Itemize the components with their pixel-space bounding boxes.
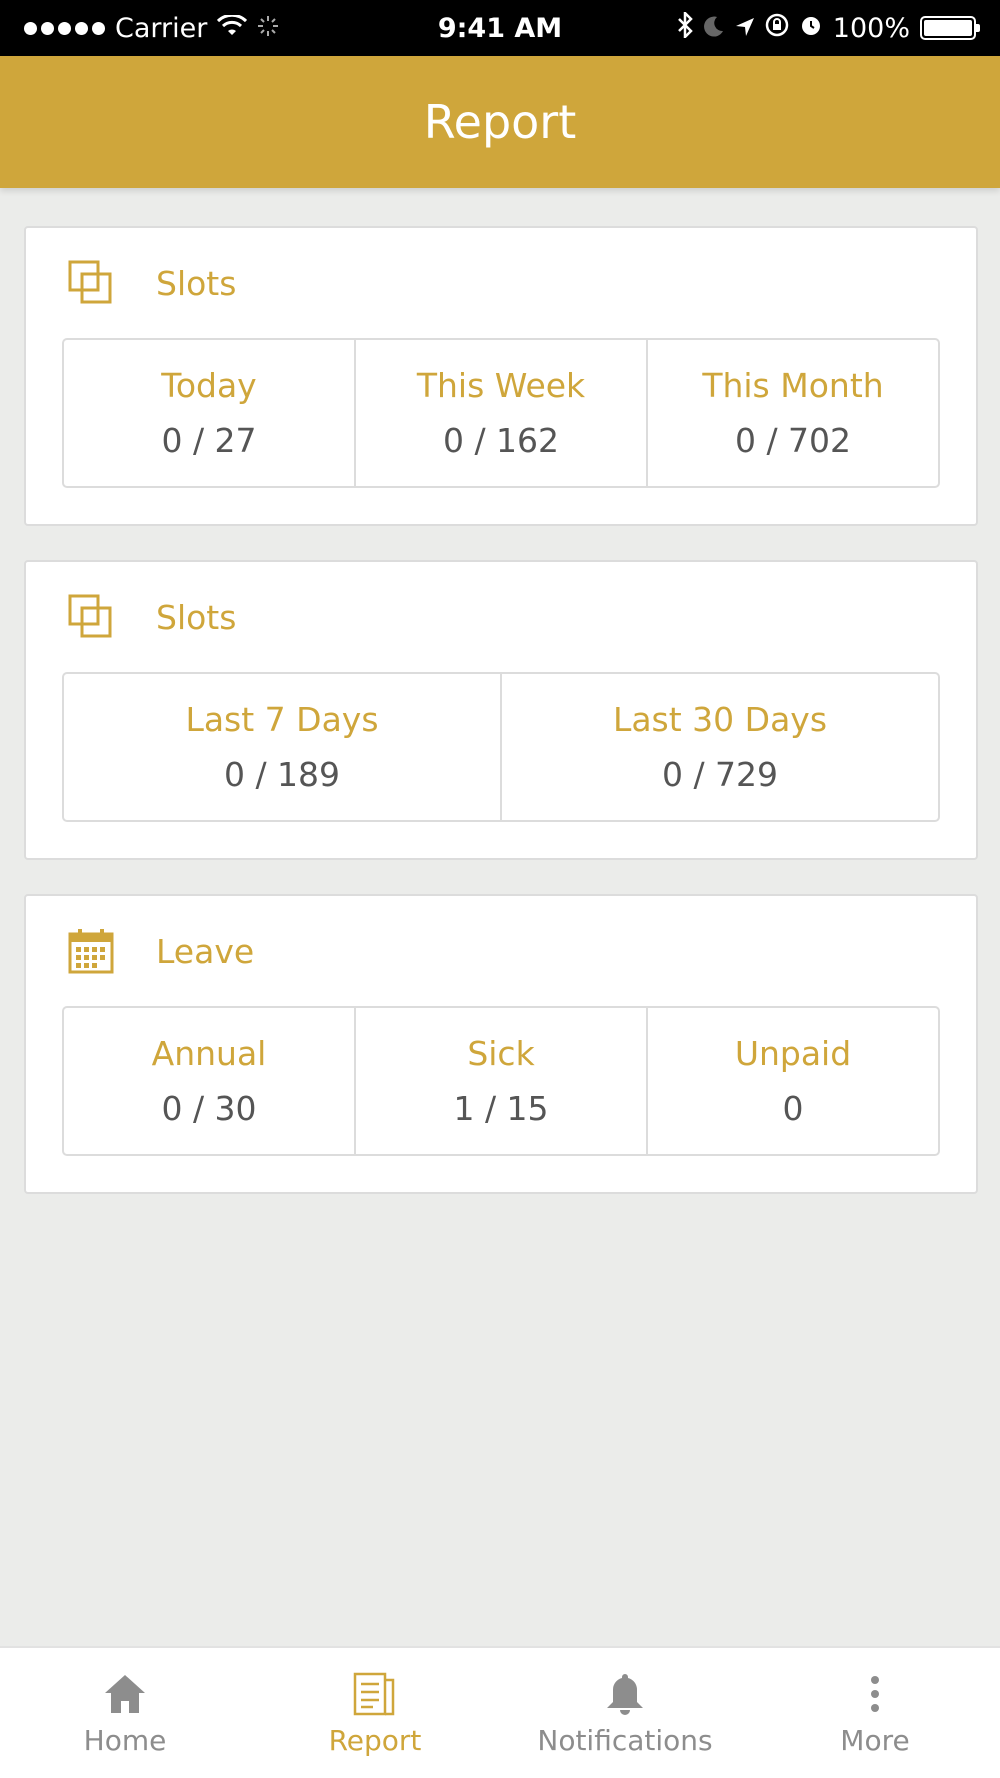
slots-period-card: Slots Today 0 / 27 This Week 0 / 162 Thi… — [24, 226, 978, 526]
stat-this-month[interactable]: This Month 0 / 702 — [648, 340, 938, 486]
tab-report[interactable]: Report — [250, 1648, 500, 1778]
page-title: Report — [423, 95, 577, 149]
location-arrow-icon — [735, 13, 755, 44]
bluetooth-icon — [677, 9, 693, 45]
stat-label: Today — [161, 366, 257, 405]
tab-more[interactable]: More — [750, 1648, 1000, 1778]
tab-home[interactable]: Home — [0, 1648, 250, 1778]
battery-icon — [920, 16, 980, 40]
slots-rolling-card: Slots Last 7 Days 0 / 189 Last 30 Days 0… — [24, 560, 978, 860]
stat-last-7-days[interactable]: Last 7 Days 0 / 189 — [64, 674, 502, 820]
page-header: Report — [0, 56, 1000, 188]
stat-value: 0 / 702 — [734, 421, 852, 460]
card-header: Leave — [26, 896, 976, 1006]
stat-value: 0 / 729 — [661, 755, 779, 794]
bell-icon — [605, 1670, 645, 1718]
card-title: Leave — [156, 931, 255, 971]
battery-percent: 100% — [832, 12, 910, 44]
leave-card: Leave Annual 0 / 30 Sick 1 / 15 Unpaid 0 — [24, 894, 978, 1194]
stat-annual[interactable]: Annual 0 / 30 — [64, 1008, 356, 1154]
stats-row: Today 0 / 27 This Week 0 / 162 This Mont… — [62, 338, 940, 488]
card-header: Slots — [26, 228, 976, 338]
stat-this-week[interactable]: This Week 0 / 162 — [356, 340, 648, 486]
alarm-icon — [799, 13, 823, 44]
card-header: Slots — [26, 562, 976, 672]
tab-label: Notifications — [537, 1723, 713, 1757]
more-vertical-icon — [869, 1670, 881, 1718]
stat-sick[interactable]: Sick 1 / 15 — [356, 1008, 648, 1154]
stat-today[interactable]: Today 0 / 27 — [64, 340, 356, 486]
stat-label: Annual — [151, 1034, 267, 1073]
copy-icon — [66, 258, 116, 308]
stat-value: 0 / 27 — [161, 421, 257, 460]
stats-row: Last 7 Days 0 / 189 Last 30 Days 0 / 729 — [62, 672, 940, 822]
rotation-lock-icon — [765, 13, 789, 44]
stats-row: Annual 0 / 30 Sick 1 / 15 Unpaid 0 — [62, 1006, 940, 1156]
tab-label: More — [840, 1723, 910, 1757]
calendar-icon — [66, 926, 116, 976]
card-title: Slots — [156, 597, 237, 637]
status-right: 100% — [677, 9, 980, 45]
stat-label: This Month — [702, 366, 884, 405]
bottom-tab-bar: Home Report Notifications More — [0, 1646, 1000, 1778]
stat-value: 0 / 189 — [223, 755, 341, 794]
stat-value: 0 — [782, 1089, 804, 1128]
stat-label: This Week — [416, 366, 586, 405]
stat-last-30-days[interactable]: Last 30 Days 0 / 729 — [502, 674, 938, 820]
report-screen: Carrier 9:41 AM 100% Report Slots Today … — [0, 0, 1000, 1778]
stat-label: Unpaid — [734, 1034, 852, 1073]
stat-unpaid[interactable]: Unpaid 0 — [648, 1008, 938, 1154]
tab-label: Report — [328, 1723, 422, 1757]
tab-notifications[interactable]: Notifications — [500, 1648, 750, 1778]
stat-value: 0 / 162 — [442, 421, 560, 460]
stat-label: Last 30 Days — [612, 700, 828, 739]
moon-icon — [703, 13, 725, 44]
stat-label: Last 7 Days — [185, 700, 379, 739]
stat-value: 1 / 15 — [453, 1089, 549, 1128]
tab-label: Home — [83, 1723, 167, 1757]
status-bar: Carrier 9:41 AM 100% — [0, 0, 1000, 56]
report-icon — [353, 1670, 397, 1718]
home-icon — [103, 1670, 147, 1718]
copy-icon — [66, 592, 116, 642]
card-title: Slots — [156, 263, 237, 303]
stat-label: Sick — [467, 1034, 535, 1073]
stat-value: 0 / 30 — [161, 1089, 257, 1128]
